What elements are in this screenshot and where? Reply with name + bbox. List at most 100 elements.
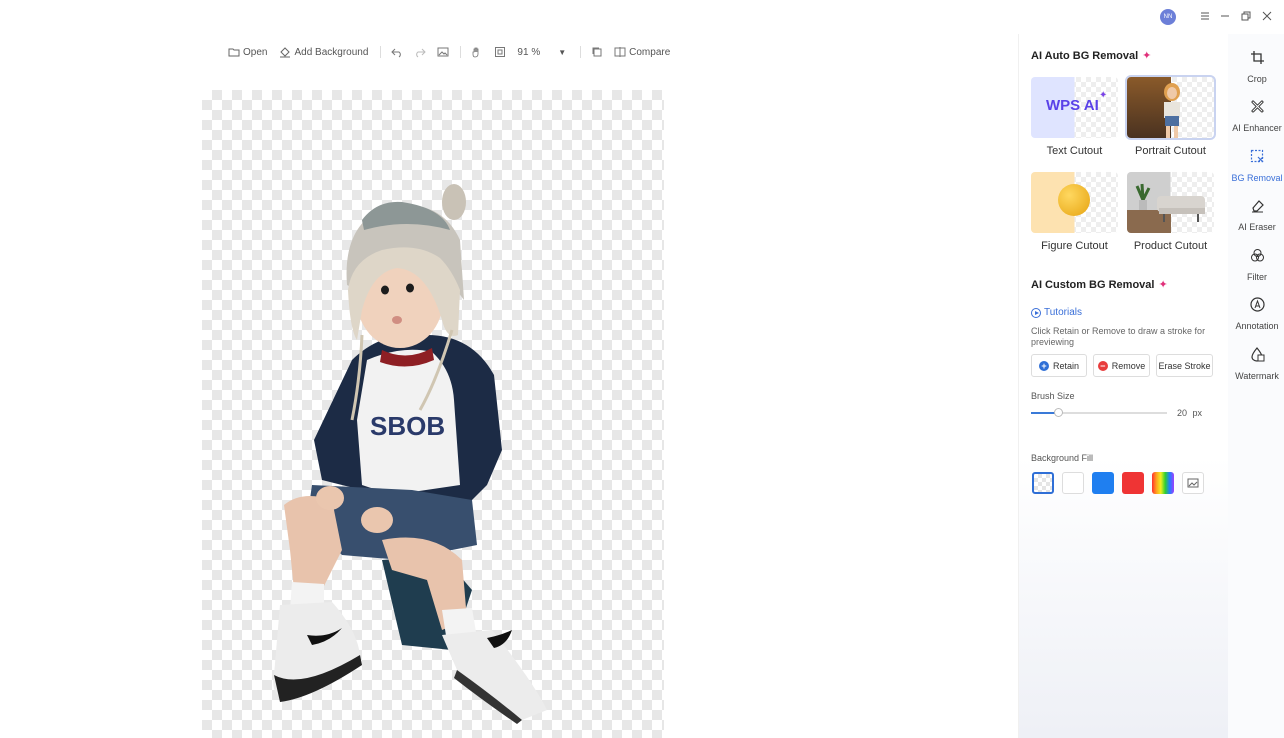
copy-button[interactable] [591,45,605,59]
svg-text:SBOB: SBOB [370,411,445,441]
rail-item-label: AI Eraser [1238,222,1276,232]
image-upload-icon [1187,478,1199,488]
fill-white-swatch[interactable] [1062,472,1084,494]
sparkle-icon: ✦ [1142,50,1152,62]
redo-button[interactable] [414,45,428,59]
hand-icon [473,47,479,58]
chevron-down-icon: ▼ [558,47,567,57]
background-fill-label: Background Fill [1031,453,1094,463]
erase-stroke-button[interactable]: Erase Stroke [1156,354,1213,377]
product-cutout-card[interactable] [1127,172,1214,233]
rail-item-bg-removal[interactable]: BG Removal [1228,149,1284,186]
restore-button[interactable] [1239,9,1253,25]
retain-button[interactable]: + Retain [1031,354,1087,377]
image-button[interactable] [437,45,451,59]
rail-item-annotation[interactable]: Annotation [1228,297,1284,334]
zoom-value: 91 % [517,46,541,58]
fill-blue-swatch[interactable] [1092,472,1114,494]
remove-button[interactable]: − Remove [1093,354,1150,377]
image-icon [437,47,449,57]
hand-tool-button[interactable] [471,45,485,59]
figure-ball-image [1058,184,1090,216]
compare-button[interactable]: Compare [614,46,670,58]
tutorials-label: Tutorials [1044,307,1082,318]
tutorials-link[interactable]: Tutorials [1031,307,1082,318]
plus-icon: + [1038,360,1049,371]
product-cutout-label: Product Cutout [1133,240,1208,252]
tool-rail: Crop AI Enhancer BG Removal AI Eraser Fi… [1228,34,1284,738]
zoom-select[interactable]: 91 % ▼ [517,47,566,58]
bg-removal-icon [1250,149,1263,163]
custom-bg-removal-title: AI Custom BG Removal ✦ [1031,278,1168,291]
auto-bg-removal-title: AI Auto BG Removal ✦ [1031,49,1151,62]
image-canvas[interactable]: SBOB [202,90,664,738]
fill-bucket-icon [280,47,291,58]
annotation-icon [1249,297,1265,312]
fill-transparent-swatch[interactable] [1032,472,1054,494]
slider-handle[interactable] [1054,408,1064,417]
restore-icon [1241,11,1251,21]
text-cutout-card[interactable]: WPS AI ✦ [1031,77,1118,138]
bg-removal-panel: AI Auto BG Removal ✦ WPS AI ✦ Text Cutout… [1018,34,1228,738]
compare-label: Compare [629,46,671,58]
toolbar: Open Add Background 91 % ▼ Compare [228,42,682,62]
undo-icon [391,48,402,58]
hamburger-icon [1201,12,1209,20]
rail-item-ai-eraser[interactable]: AI Eraser [1228,198,1284,235]
avatar[interactable]: NN [1160,9,1176,25]
fill-rainbow-swatch[interactable] [1152,472,1174,494]
rail-item-label: Filter [1247,272,1267,282]
custom-bg-removal-title-text: AI Custom BG Removal [1031,279,1155,291]
add-background-button[interactable]: Add Background [279,46,368,58]
stroke-hint-text: Click Retain or Remove to draw a stroke … [1031,326,1206,347]
portrait-figure-image [1164,83,1180,138]
sparkle-icon: ✦ [1099,90,1108,101]
fit-screen-icon [495,47,506,57]
rail-item-filter[interactable]: Filter [1228,248,1284,285]
rail-item-watermark[interactable]: Watermark [1228,347,1284,384]
toolbar-divider [580,46,582,58]
open-label: Open [243,46,268,58]
title-bar: NN [0,0,1284,34]
figure-cutout-label: Figure Cutout [1041,240,1108,252]
sofa-image [1157,196,1205,222]
watermark-icon [1250,347,1264,362]
enhancer-icon [1251,100,1263,113]
rail-item-crop[interactable]: Crop [1228,50,1284,87]
portrait-cutout-label: Portrait Cutout [1135,145,1206,157]
toolbar-divider [380,46,382,58]
figure-cutout-card[interactable] [1031,172,1118,233]
portrait-cutout-card[interactable] [1125,75,1216,140]
sparkle-icon: ✦ [1158,279,1168,291]
copy-icon [592,47,602,57]
erase-stroke-label: Erase Stroke [1158,360,1211,371]
text-cutout-label: Text Cutout [1046,145,1103,157]
fill-custom-image-button[interactable] [1182,472,1204,494]
brush-size-slider[interactable] [1031,408,1167,417]
brush-size-label: Brush Size [1031,391,1075,401]
rail-item-label: BG Removal [1231,173,1283,183]
minimize-icon [1221,15,1229,17]
minus-icon: − [1097,360,1108,371]
open-button[interactable]: Open [228,46,267,58]
undo-button[interactable] [391,45,405,59]
brush-size-unit: px [1192,408,1203,418]
close-button[interactable] [1260,9,1274,25]
wps-ai-logo: WPS AI [1046,97,1099,114]
fit-screen-button[interactable] [494,45,508,59]
plant-image [1135,183,1151,210]
redo-icon [416,48,427,58]
menu-button[interactable] [1198,9,1212,25]
play-icon [1031,307,1041,318]
filter-icon [1250,249,1264,262]
minimize-button[interactable] [1218,9,1232,25]
auto-bg-removal-title-text: AI Auto BG Removal [1031,50,1139,62]
toolbar-divider [460,46,462,58]
brush-size-number: 20 [1177,408,1188,418]
remove-label: Remove [1111,360,1146,371]
rail-item-ai-enhancer[interactable]: AI Enhancer [1228,99,1284,136]
retain-label: Retain [1052,360,1079,371]
rail-item-label: Annotation [1235,321,1279,331]
fill-red-swatch[interactable] [1122,472,1144,494]
rail-item-label: Watermark [1235,371,1279,381]
